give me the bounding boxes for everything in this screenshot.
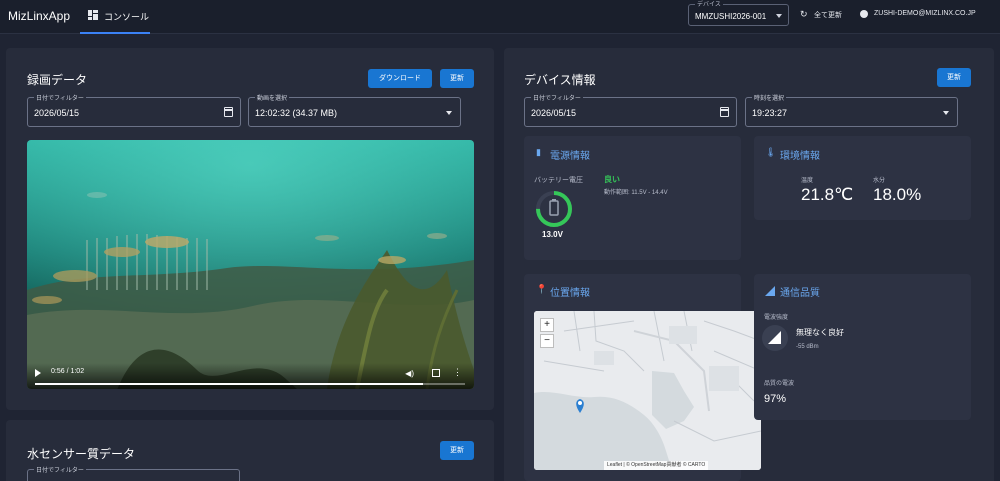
- temperature-value: 21.8℃: [801, 185, 854, 204]
- calendar-icon[interactable]: [224, 107, 233, 117]
- battery-icon: ▮: [536, 147, 541, 157]
- map-attribution[interactable]: Leaflet | © OpenStreetMap貢献者 © CARTO: [604, 461, 709, 470]
- app-title: MizLinxApp: [8, 9, 71, 23]
- signal-icon: [765, 286, 775, 296]
- video-controls: 0:56 / 1:02 ◀) ⋮: [27, 363, 474, 389]
- power-range: 動作範囲: 11.5V - 14.4V: [604, 190, 668, 196]
- map-tiles: [534, 311, 761, 470]
- battery-gauge: [536, 191, 572, 227]
- device-time-select[interactable]: 時刻を選択 19:23:27: [745, 93, 958, 127]
- water-sensor-card: 水センサー質データ 更新 日付でフィルター: [6, 420, 494, 481]
- map-zoom-in-button[interactable]: +: [540, 318, 554, 332]
- temperature-label: 温度: [801, 178, 814, 184]
- calendar-icon[interactable]: [720, 107, 729, 117]
- top-bar: MizLinxApp コンソール デバイス MMZUSHI2026-001 ↻ …: [0, 0, 1000, 34]
- download-button[interactable]: ダウンロード: [368, 69, 432, 88]
- device-date-legend: 日付でフィルター: [531, 93, 583, 102]
- signal-strength-dbm: -55 dBm: [796, 344, 819, 350]
- play-icon[interactable]: [35, 369, 41, 377]
- volume-icon[interactable]: ◀): [405, 369, 414, 378]
- battery-voltage-value: 13.0V: [542, 230, 563, 239]
- signal-quality-value: 97%: [764, 393, 787, 405]
- device-select-legend: デバイス: [695, 0, 723, 8]
- device-time-value: 19:23:27: [752, 108, 788, 118]
- location-map[interactable]: [534, 311, 761, 470]
- signal-strength-label: 電波強度: [764, 315, 789, 321]
- device-refresh-button[interactable]: 更新: [937, 68, 971, 87]
- device-date-filter[interactable]: 日付でフィルター 2026/05/15: [524, 93, 737, 127]
- location-info-title: 位置情報: [550, 288, 590, 299]
- chevron-down-icon: [446, 111, 452, 115]
- device-time-legend: 時刻を選択: [752, 93, 787, 102]
- device-select-value: MMZUSHI2026-001: [695, 12, 767, 21]
- recording-title: 録画データ: [27, 73, 88, 87]
- video-select[interactable]: 動画を選択 12:02:32 (34.37 MB): [248, 93, 461, 127]
- recording-date-legend: 日付でフィルター: [34, 93, 86, 102]
- device-date-value: 2026/05/15: [531, 108, 577, 118]
- signal-quality-panel: 通信品質 電波強度 無理なく良好 -55 dBm 品質の電波 97%: [754, 274, 971, 420]
- humidity-value: 18.0%: [873, 185, 922, 204]
- humidity-label: 水分: [873, 178, 886, 184]
- environment-info-panel: 🌡 環境情報 温度 21.8℃ 水分 18.0%: [754, 136, 971, 220]
- chevron-down-icon: [943, 111, 949, 115]
- device-select[interactable]: デバイス MMZUSHI2026-001: [688, 0, 789, 26]
- device-info-title: デバイス情報: [524, 73, 596, 87]
- video-select-value: 12:02:32 (34.37 MB): [255, 108, 338, 118]
- power-info-title: 電源情報: [550, 151, 590, 162]
- recording-date-filter[interactable]: 日付でフィルター 2026/05/15: [27, 93, 241, 127]
- thermometer-icon: 🌡: [765, 147, 777, 157]
- refresh-icon: ↻: [800, 9, 808, 19]
- recording-date-value: 2026/05/15: [34, 108, 80, 118]
- tab-console-label: コンソール: [104, 12, 150, 22]
- video-time: 0:56 / 1:02: [51, 368, 85, 375]
- video-progress-fill: [35, 383, 424, 385]
- user-email: ZUSHI-DEMO@MIZLINX.CO.JP: [874, 10, 976, 17]
- refresh-all-label: 全て更新: [814, 12, 842, 19]
- fullscreen-icon[interactable]: [432, 369, 440, 377]
- signal-quality-label: 品質の電波: [764, 381, 795, 387]
- video-player[interactable]: 0:56 / 1:02 ◀) ⋮: [27, 140, 474, 389]
- signal-quality-title: 通信品質: [780, 288, 820, 299]
- water-date-filter[interactable]: 日付でフィルター: [27, 465, 240, 481]
- underwater-video-frame: [27, 140, 474, 389]
- signal-strength-status: 無理なく良好: [796, 328, 844, 337]
- signal-strength-icon: [762, 325, 788, 351]
- water-refresh-button[interactable]: 更新: [440, 441, 474, 460]
- video-select-legend: 動画を選択: [255, 93, 290, 102]
- chevron-down-icon: [776, 14, 782, 18]
- map-zoom-out-button[interactable]: −: [540, 334, 554, 348]
- water-sensor-title: 水センサー質データ: [27, 447, 136, 461]
- video-progress-bar[interactable]: [35, 383, 465, 385]
- more-options-icon[interactable]: ⋮: [453, 367, 462, 378]
- account-icon: [860, 10, 868, 18]
- environment-info-title: 環境情報: [780, 151, 820, 162]
- location-pin-icon: 📍: [536, 284, 548, 294]
- recording-refresh-button[interactable]: 更新: [440, 69, 474, 88]
- water-date-legend: 日付でフィルター: [34, 465, 86, 474]
- power-info-panel: ▮ 電源情報 バッテリー電圧 良い 動作範囲: 11.5V - 14.4V 13…: [524, 136, 741, 260]
- tab-console[interactable]: コンソール: [80, 0, 150, 34]
- power-status: 良い: [604, 175, 620, 184]
- battery-voltage-label: バッテリー電圧: [534, 177, 583, 184]
- dashboard-icon: [88, 10, 98, 20]
